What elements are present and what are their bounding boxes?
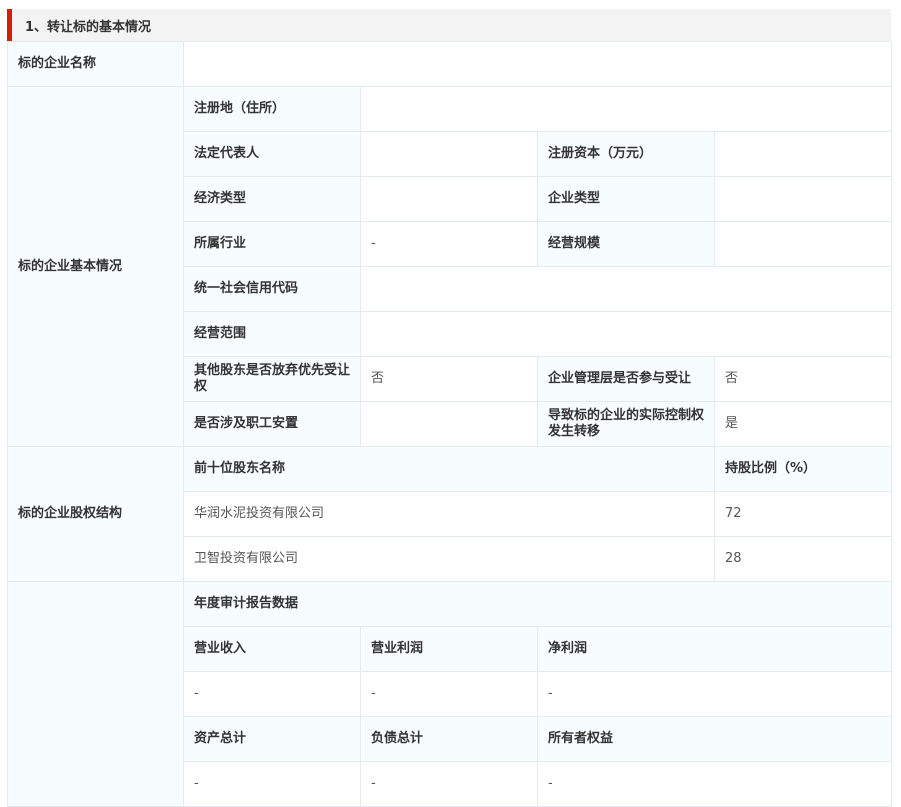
- audit-side-cell: [7, 581, 184, 807]
- registered-capital-value: [714, 131, 892, 177]
- scope-value: [360, 311, 892, 357]
- mgmt-participation-value: 否: [714, 356, 892, 402]
- equity-col-name: 前十位股东名称: [183, 446, 715, 492]
- credit-code-label: 统一社会信用代码: [183, 266, 361, 312]
- scale-label: 经营规模: [537, 221, 715, 267]
- economic-type-value: [360, 176, 538, 222]
- audit-title: 年度审计报告数据: [183, 581, 892, 627]
- waive-preemption-label: 其他股东是否放弃优先受让权: [183, 356, 361, 402]
- staff-placement-label: 是否涉及职工安置: [183, 401, 361, 447]
- enterprise-type-value: [714, 176, 892, 222]
- revenue-value: -: [183, 671, 361, 717]
- registered-address-value: [360, 86, 892, 132]
- equity-col-ratio: 持股比例（%）: [714, 446, 892, 492]
- industry-label: 所属行业: [183, 221, 361, 267]
- enterprise-type-label: 企业类型: [537, 176, 715, 222]
- mgmt-participation-label: 企业管理层是否参与受让: [537, 356, 715, 402]
- owner-equity-label: 所有者权益: [537, 716, 892, 762]
- basic-info-label: 标的企业基本情况: [7, 86, 184, 447]
- legal-rep-value: [360, 131, 538, 177]
- revenue-label: 营业收入: [183, 626, 361, 672]
- scale-value: [714, 221, 892, 267]
- registered-address-label: 注册地（住所）: [183, 86, 361, 132]
- total-assets-label: 资产总计: [183, 716, 361, 762]
- total-liabilities-value: -: [360, 761, 538, 807]
- scope-label: 经营范围: [183, 311, 361, 357]
- table-row: 标的企业名称: [7, 41, 892, 87]
- table-row: 年度审计报告数据: [7, 581, 892, 807]
- op-profit-value: -: [360, 671, 538, 717]
- company-name-label: 标的企业名称: [7, 41, 184, 87]
- total-liabilities-label: 负债总计: [360, 716, 538, 762]
- net-profit-label: 净利润: [537, 626, 892, 672]
- equity-label: 标的企业股权结构: [7, 446, 184, 582]
- waive-preemption-value: 否: [360, 356, 538, 402]
- industry-value: -: [360, 221, 538, 267]
- shareholder-name: 华润水泥投资有限公司: [183, 491, 715, 537]
- table-row: 标的企业基本情况 注册地（住所）: [7, 86, 892, 447]
- registered-capital-label: 注册资本（万元）: [537, 131, 715, 177]
- control-transfer-label: 导致标的企业的实际控制权发生转移: [537, 401, 715, 447]
- total-assets-value: -: [183, 761, 361, 807]
- shareholder-name: 卫智投资有限公司: [183, 536, 715, 582]
- transfer-target-table: 标的企业名称 标的企业基本情况 注册地（住所） 法定代表人 注册资本（万元） 经…: [7, 41, 892, 807]
- net-profit-value: -: [537, 671, 892, 717]
- staff-placement-value: [360, 401, 538, 447]
- legal-rep-label: 法定代表人: [183, 131, 361, 177]
- company-name-value: [183, 41, 892, 87]
- shareholder-ratio: 72: [714, 491, 892, 537]
- economic-type-label: 经济类型: [183, 176, 361, 222]
- table-row: 标的企业股权结构 前十位股东名称 持股比例（%）: [7, 446, 892, 582]
- op-profit-label: 营业利润: [360, 626, 538, 672]
- owner-equity-value: -: [537, 761, 892, 807]
- control-transfer-value: 是: [714, 401, 892, 447]
- shareholder-ratio: 28: [714, 536, 892, 582]
- credit-code-value: [360, 266, 892, 312]
- section-title: 1、转让标的基本情况: [7, 9, 891, 41]
